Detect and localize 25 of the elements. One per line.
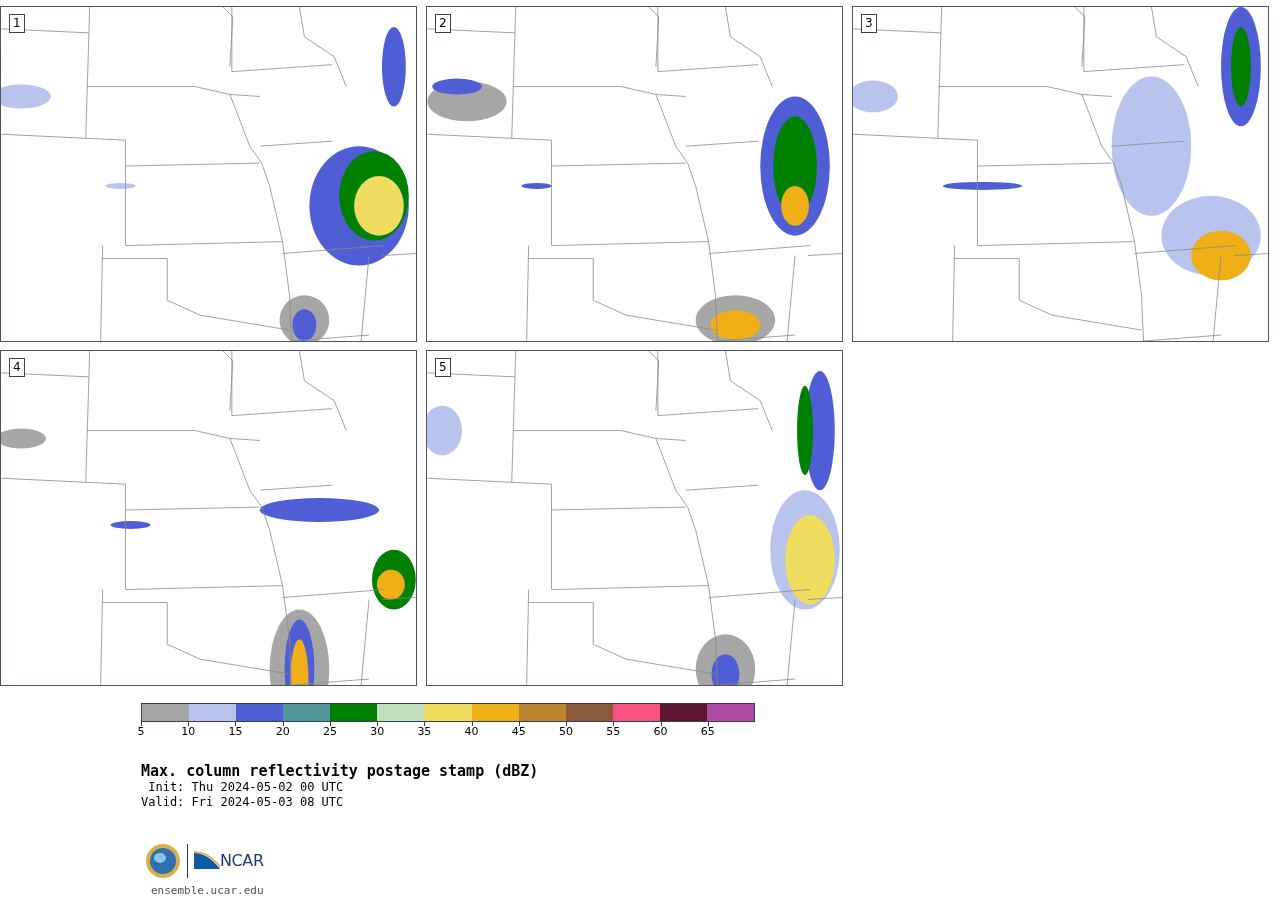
- tick-label: 30: [370, 726, 385, 738]
- panel-number: 3: [861, 14, 877, 33]
- tick-label: 5: [137, 726, 145, 738]
- tick-label: 50: [559, 726, 574, 738]
- init-time: Init: Thu 2024-05-02 00 UTC: [147, 780, 344, 795]
- panel-number: 1: [9, 14, 25, 33]
- tick-label: 15: [228, 726, 243, 738]
- tick-label: 35: [417, 726, 432, 738]
- tick-label: 40: [464, 726, 479, 738]
- tick-label: 60: [653, 726, 668, 738]
- tick-label: 10: [181, 726, 196, 738]
- swoosh-icon: [194, 851, 220, 871]
- valid-time: Valid: Fri 2024-05-03 08 UTC: [141, 795, 344, 810]
- panel-number: 4: [9, 358, 25, 377]
- globe-seal-icon: [145, 843, 181, 879]
- panel-number: 2: [435, 14, 451, 33]
- tick-label: 25: [322, 726, 337, 738]
- tick-label: 20: [275, 726, 290, 738]
- chart-title: Max. column reflectivity postage stamp (dBZ): [141, 762, 540, 780]
- tick-label: 55: [606, 726, 621, 738]
- panel-number: 5: [435, 358, 451, 377]
- tick-label: 65: [700, 726, 715, 738]
- logo-text: NCAR: [220, 850, 264, 872]
- site-url: ensemble.ucar.edu: [151, 883, 264, 899]
- tick-label: 45: [511, 726, 526, 738]
